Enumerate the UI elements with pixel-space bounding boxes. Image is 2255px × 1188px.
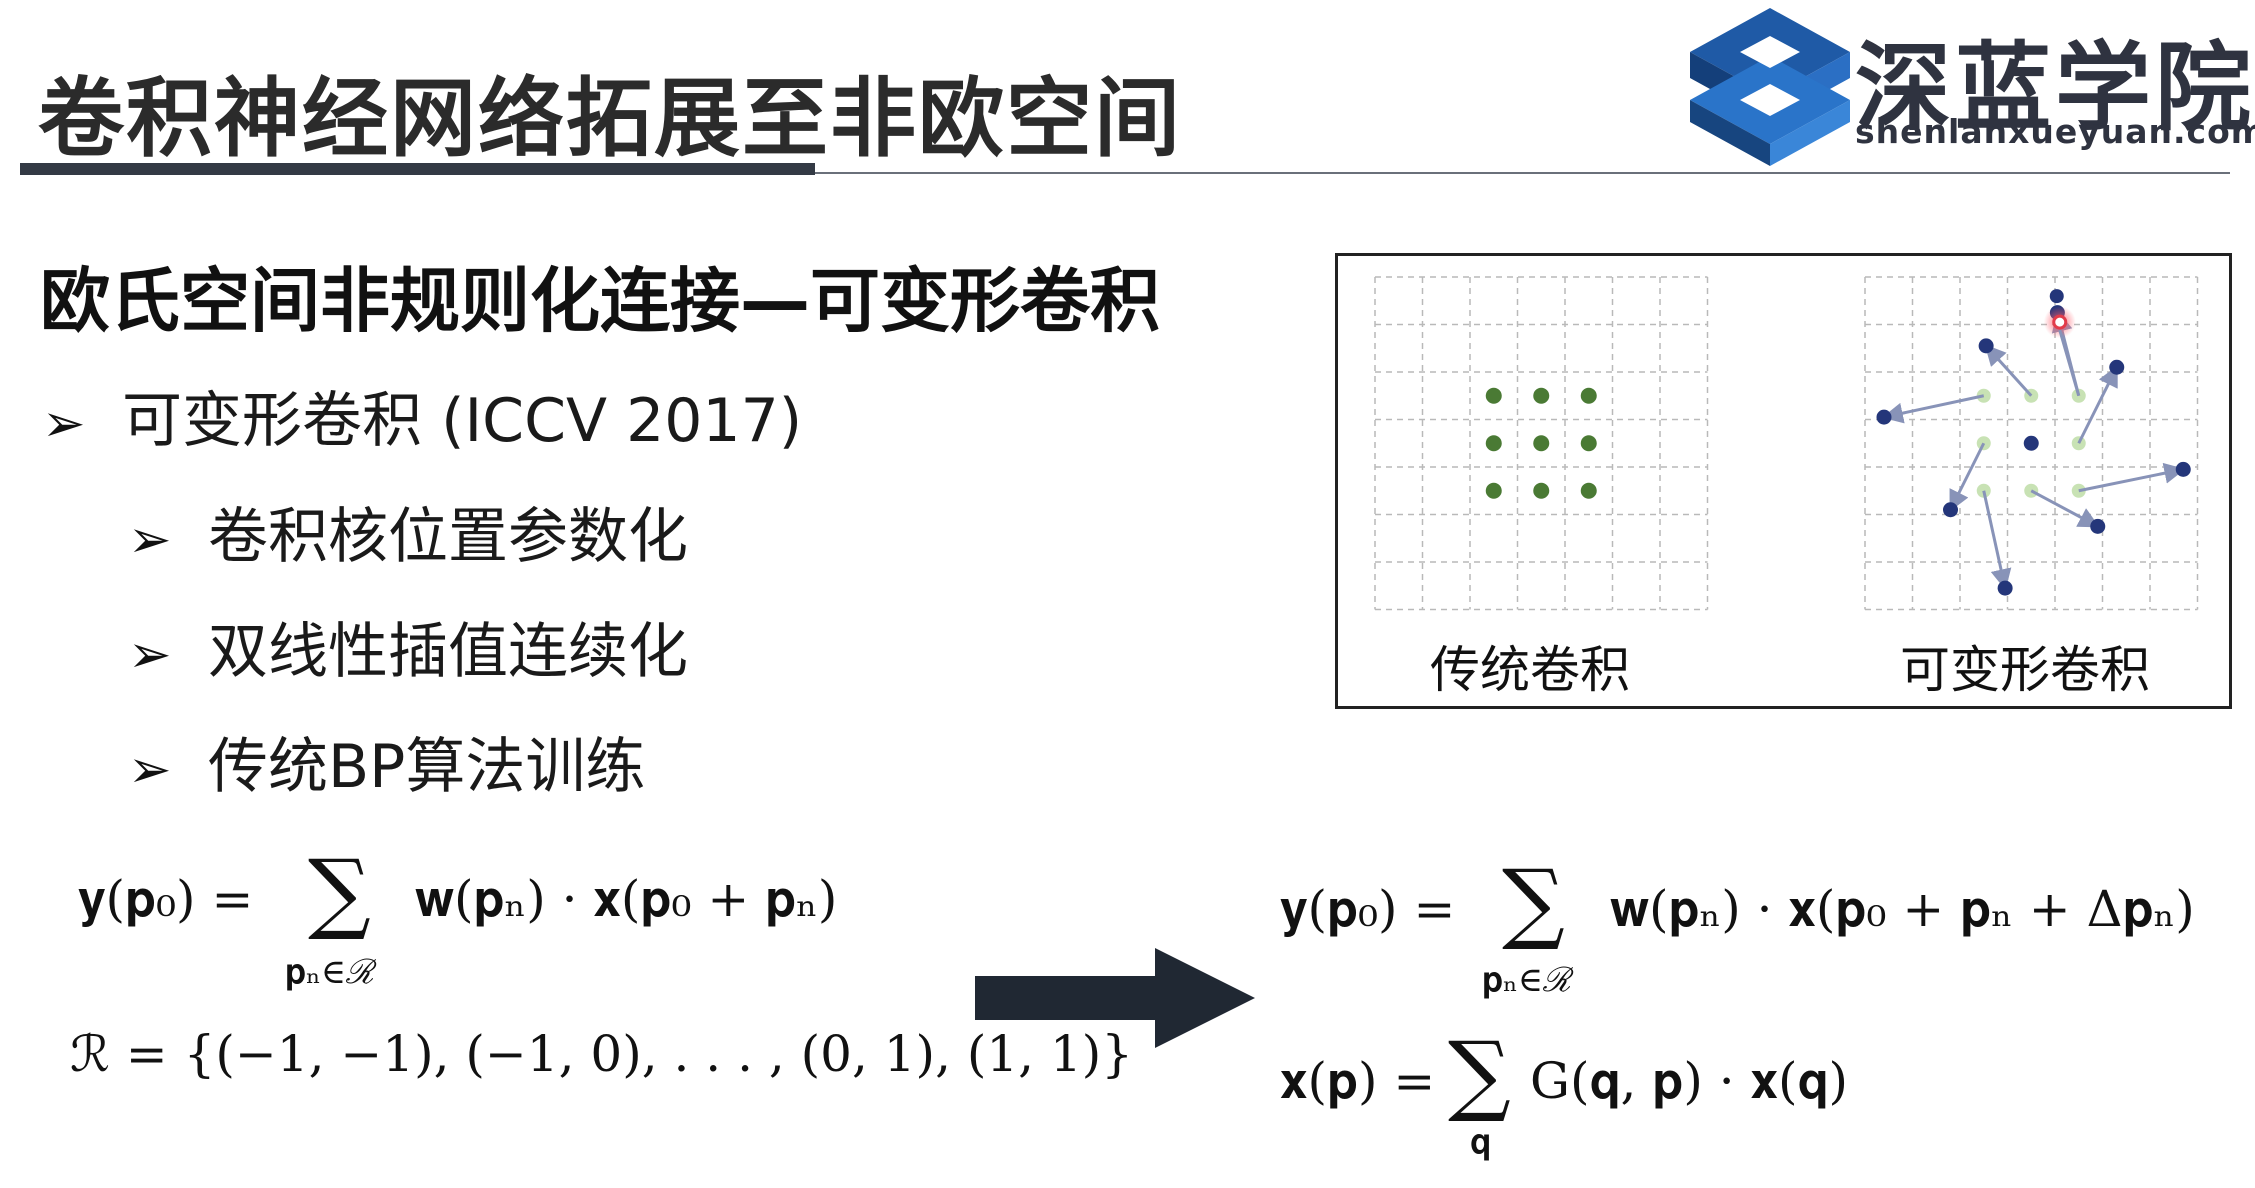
deformed-sampling-points: [1876, 289, 2191, 596]
formula-left-sum-symbol: ∑: [308, 840, 371, 943]
offset-sample-point: [1978, 338, 1994, 354]
highlight-point: [2052, 314, 2068, 330]
formula-right-lhs: 𝐲(𝐩₀) =: [1280, 880, 1456, 938]
formula-grid-definition: ℛ = {(−1, −1), (−1, 0), . . . , (0, 1), …: [70, 1025, 1134, 1083]
logo-url: shenlanxueyuan.com: [1855, 112, 2255, 151]
offset-arrow: [1881, 394, 1985, 424]
bullet-arrow-icon: ➢: [128, 510, 172, 570]
sampling-point: [1485, 387, 1502, 404]
formula-left-lhs: 𝐲(𝐩₀) =: [78, 870, 254, 928]
formula-interp-sum-symbol: ∑: [1448, 1022, 1511, 1125]
bullet-text: 双线性插值连续化: [208, 617, 688, 687]
bullet-arrow-icon: ➢: [128, 625, 172, 685]
sampling-point: [1533, 482, 1550, 499]
formula-right-rhs: 𝐰(𝐩ₙ) · 𝐱(𝐩₀ + 𝐩ₙ + Δ𝐩ₙ): [1610, 880, 2195, 938]
formula-left-sum-index: 𝐩ₙ∈ℛ: [285, 952, 377, 992]
bullet-item: ➢ 传统BP算法训练: [128, 718, 645, 805]
sampling-point: [1485, 435, 1502, 452]
bullet-arrow-icon: ➢: [42, 394, 86, 454]
formula-interp-sum-index: 𝐪: [1470, 1122, 1492, 1162]
offset-arrow: [2078, 462, 2186, 493]
regular-sampling-points: [1485, 387, 1597, 499]
offset-arrow: [2058, 329, 2081, 397]
formula-interp-lhs: 𝐱(𝐩) =: [1280, 1052, 1436, 1110]
sampling-point: [1533, 387, 1550, 404]
formula-left-rhs: 𝐰(𝐩ₙ) · 𝐱(𝐩₀ + 𝐩ₙ): [415, 870, 838, 928]
offset-arrow: [1949, 442, 1986, 512]
offset-sample-point: [1997, 580, 2013, 596]
title-underline-thick: [20, 163, 815, 175]
bullet-item: ➢ 双线性插值连续化: [128, 603, 688, 690]
sampling-point: [1485, 482, 1502, 499]
offset-arrow: [2030, 489, 2100, 528]
formula-right-sum-symbol: ∑: [1502, 850, 1565, 953]
section-heading: 欧氏空间非规则化连接—可变形卷积: [40, 260, 1160, 342]
bullet-text: 可变形卷积 (ICCV 2017): [122, 386, 803, 456]
sampling-point: [1580, 387, 1597, 404]
offset-sample-point: [2049, 289, 2064, 304]
caption-standard-conv: 传统卷积: [1430, 641, 1630, 699]
sampling-point: [1580, 482, 1597, 499]
title-underline-thin: [815, 172, 2230, 174]
bullet-item: ➢ 可变形卷积 (ICCV 2017): [42, 372, 802, 459]
formula-interp-rhs: G(𝐪, 𝐩) · 𝐱(𝐪): [1530, 1052, 1849, 1110]
formula-right-sum-index: 𝐩ₙ∈ℛ: [1482, 960, 1574, 1000]
caption-deformable-conv: 可变形卷积: [1900, 641, 2150, 699]
bullet-arrow-icon: ➢: [128, 740, 172, 800]
offset-arrow: [2077, 365, 2119, 444]
bullet-text: 卷积核位置参数化: [208, 502, 688, 572]
offset-sample-point: [1876, 409, 1892, 425]
offset-arrow: [1984, 344, 2033, 397]
sampling-point: [1580, 435, 1597, 452]
center-sample-point: [2023, 435, 2039, 451]
offset-arrow: [1982, 490, 2012, 591]
slide-title: 卷积神经网络拓展至非欧空间: [38, 69, 1182, 169]
bullet-item: ➢ 卷积核位置参数化: [128, 488, 688, 575]
offset-sample-point: [2090, 518, 2106, 534]
offset-sample-point: [1943, 502, 1958, 518]
bullet-text: 传统BP算法训练: [208, 732, 646, 802]
offset-sample-point: [2109, 359, 2125, 375]
transform-arrow-icon: [975, 948, 1255, 1048]
sampling-point: [1533, 435, 1550, 452]
offset-sample-point: [2175, 461, 2191, 477]
